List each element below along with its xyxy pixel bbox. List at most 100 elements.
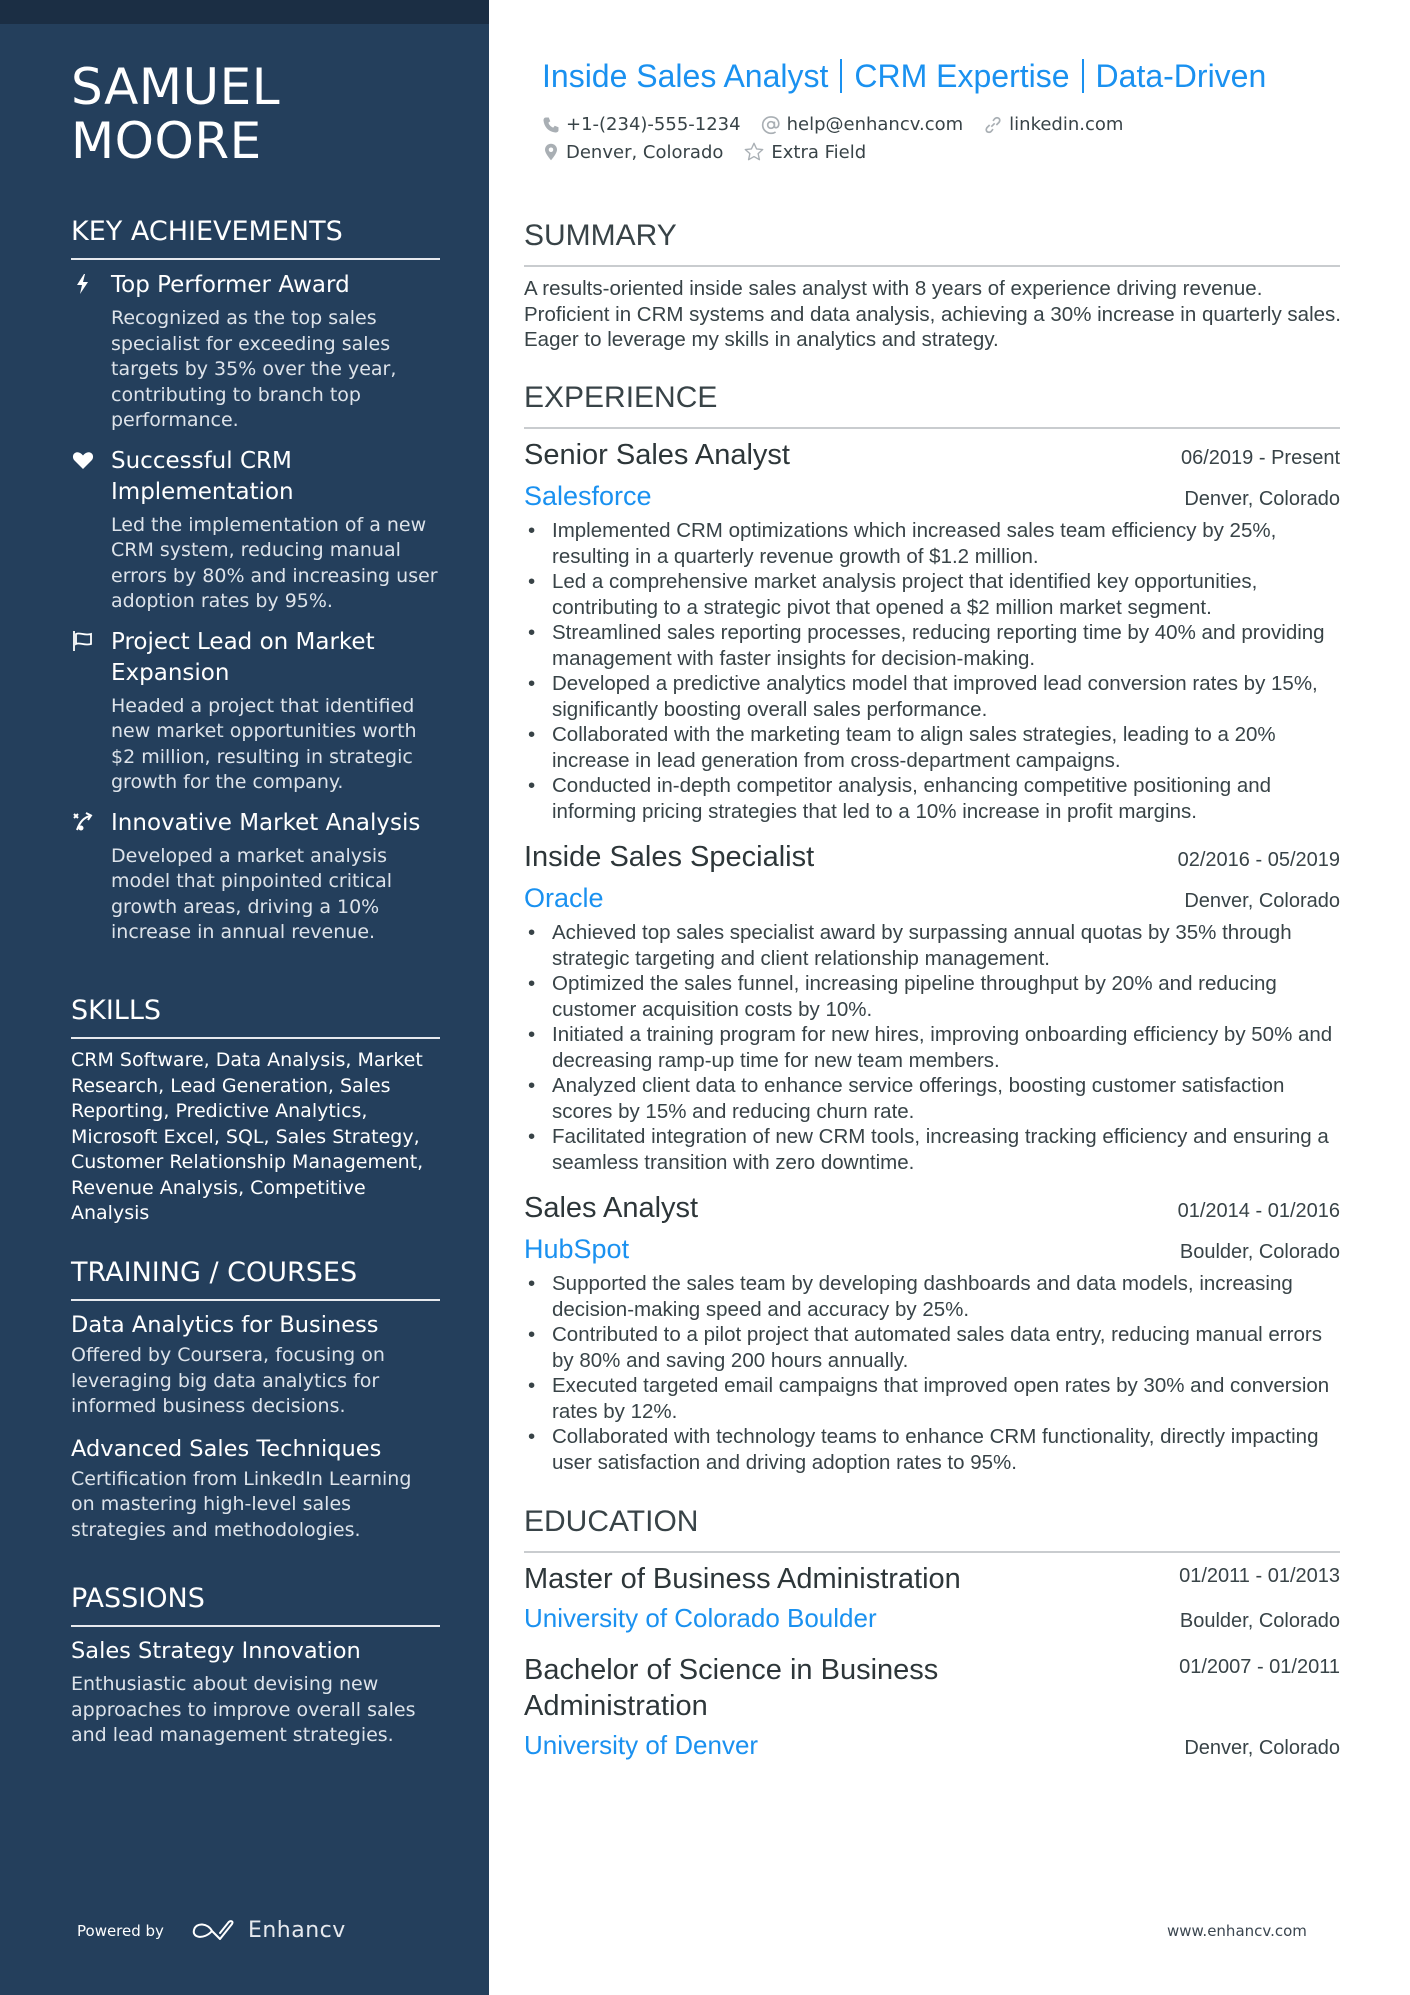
course-desc: Certification from LinkedIn Learning on …	[71, 1467, 412, 1541]
course-item: Advanced Sales Techniques Certification …	[71, 1434, 440, 1544]
headline-separator	[1081, 59, 1084, 93]
location-pin-icon	[545, 143, 557, 161]
passion-title: Sales Strategy Innovation	[71, 1638, 361, 1664]
achievement-title: Innovative Market Analysis	[111, 809, 421, 836]
extra-item: Extra Field	[743, 141, 866, 163]
powered-by: Powered by Enhancv	[77, 1918, 346, 1943]
degree-title: Bachelor of Science in Business Administ…	[524, 1654, 939, 1722]
job-bullet: Contributed to a pilot project that auto…	[528, 1322, 1340, 1373]
job-entry: Inside Sales Specialist 02/2016 - 05/201…	[524, 839, 1340, 1175]
job-company[interactable]: Oracle	[524, 880, 604, 916]
course-title: Data Analytics for Business	[71, 1312, 379, 1338]
job-bullet: Implemented CRM optimizations which incr…	[528, 518, 1340, 569]
email-item[interactable]: help@enhancv.com	[761, 114, 964, 135]
education-location: Boulder, Colorado	[1179, 1610, 1340, 1632]
job-bullets: Implemented CRM optimizations which incr…	[524, 518, 1340, 824]
job-title: Senior Sales Analyst	[524, 439, 790, 471]
job-bullet: Optimized the sales funnel, increasing p…	[528, 971, 1340, 1022]
job-bullet: Collaborated with technology teams to en…	[528, 1424, 1340, 1475]
first-name: SAMUEL	[71, 58, 281, 116]
summary-text: A results-oriented inside sales analyst …	[524, 277, 1341, 351]
location-value: Denver, Colorado	[566, 141, 724, 163]
job-location: Denver, Colorado	[1184, 488, 1340, 510]
job-bullets: Supported the sales team by developing d…	[524, 1271, 1340, 1475]
achievement-desc: Headed a project that identified new mar…	[111, 694, 417, 794]
job-title: Inside Sales Specialist	[524, 841, 815, 873]
education-dates: 01/2007 - 01/2011	[1179, 1656, 1340, 1678]
achievement-desc: Developed a market analysis model that p…	[111, 844, 393, 944]
job-bullet: Conducted in-depth competitor analysis, …	[528, 773, 1340, 824]
job-bullets: Achieved top sales specialist award by s…	[524, 920, 1340, 1175]
headline-part: CRM Expertise	[854, 58, 1070, 94]
job-bullet: Streamlined sales reporting processes, r…	[528, 620, 1340, 671]
achievement-desc: Led the implementation of a new CRM syst…	[111, 513, 438, 613]
job-location: Denver, Colorado	[1184, 890, 1340, 912]
passions-section: PASSIONS Sales Strategy Innovation Enthu…	[71, 1583, 440, 1749]
job-dates: 01/2014 - 01/2016	[1177, 1200, 1340, 1222]
job-location: Boulder, Colorado	[1179, 1241, 1340, 1263]
education-entry: Master of Business Administration 01/201…	[524, 1561, 1340, 1635]
job-bullet: Executed targeted email campaigns that i…	[528, 1373, 1340, 1424]
headline-part: Data-Driven	[1095, 58, 1267, 94]
link-item[interactable]: linkedin.com	[983, 114, 1123, 135]
education-location: Denver, Colorado	[1184, 1737, 1340, 1759]
school-name[interactable]: University of Colorado Boulder	[524, 1601, 877, 1635]
job-entry: Sales Analyst 01/2014 - 01/2016 HubSpot …	[524, 1190, 1340, 1475]
lightning-icon	[77, 274, 88, 294]
education-dates: 01/2011 - 01/2013	[1179, 1565, 1340, 1587]
heart-icon	[72, 451, 94, 469]
degree-title: Master of Business Administration	[524, 1563, 961, 1595]
course-desc: Offered by Coursera, focusing on leverag…	[71, 1344, 385, 1417]
passion-item: Sales Strategy Innovation Enthusiastic a…	[71, 1636, 440, 1749]
sidebar: SAMUEL MOORE KEY ACHIEVEMENTS Top Perfor…	[0, 0, 489, 1995]
star-icon	[744, 142, 764, 161]
job-entry: Senior Sales Analyst 06/2019 - Present S…	[524, 437, 1340, 824]
achievements-section: KEY ACHIEVEMENTS Top Performer Award Rec…	[71, 216, 440, 946]
education-title: EDUCATION	[524, 1505, 1340, 1553]
achievement-item: Successful CRM Implementation Led the im…	[71, 446, 440, 615]
achievement-title: Top Performer Award	[111, 272, 350, 298]
job-company[interactable]: Salesforce	[524, 478, 652, 514]
headline: Inside Sales Analyst CRM Expertise Data-Dr…	[542, 58, 1266, 95]
candidate-name: SAMUEL MOORE	[71, 60, 280, 168]
achievements-title: KEY ACHIEVEMENTS	[71, 216, 440, 260]
skills-section: SKILLS CRM Software, Data Analysis, Mark…	[71, 995, 440, 1227]
contact-row: +1-(234)-555-1234 help@enhancv.com linke…	[542, 114, 1143, 135]
passions-title: PASSIONS	[71, 1583, 440, 1627]
headline-separator	[840, 59, 843, 93]
location-item: Denver, Colorado	[542, 142, 723, 163]
link-value: linkedin.com	[1009, 114, 1124, 135]
job-bullet: Analyzed client data to enhance service …	[528, 1073, 1340, 1124]
school-name[interactable]: University of Denver	[524, 1728, 758, 1762]
enhancv-logo-icon	[192, 1919, 234, 1940]
job-bullet: Initiated a training program for new hir…	[528, 1022, 1340, 1073]
phone-item[interactable]: +1-(234)-555-1234	[542, 114, 741, 135]
training-section: TRAINING / COURSES Data Analytics for Bu…	[71, 1257, 440, 1543]
enhancv-brand[interactable]: Enhancv	[248, 1918, 346, 1943]
achievement-item: Innovative Market Analysis Developed a m…	[71, 808, 440, 946]
passion-desc: Enthusiastic about devising new approach…	[71, 1673, 416, 1746]
last-name: MOORE	[71, 112, 262, 170]
summary-title: SUMMARY	[524, 219, 1340, 267]
training-title: TRAINING / COURSES	[71, 1257, 440, 1301]
link-icon	[985, 116, 1001, 133]
job-bullet: Supported the sales team by developing d…	[528, 1271, 1340, 1322]
job-company[interactable]: HubSpot	[524, 1231, 629, 1267]
education-entry: Bachelor of Science in Business Administ…	[524, 1652, 1340, 1762]
skills-list: CRM Software, Data Analysis, Market Rese…	[71, 1049, 424, 1224]
phone-icon	[543, 117, 559, 132]
at-icon	[761, 115, 780, 134]
job-bullet: Achieved top sales specialist award by s…	[528, 920, 1340, 971]
achievement-title: Project Lead on Market Expansion	[111, 628, 375, 686]
email-value: help@enhancv.com	[786, 114, 964, 135]
job-dates: 06/2019 - Present	[1181, 447, 1340, 469]
course-item: Data Analytics for Business Offered by C…	[71, 1310, 440, 1420]
skills-title: SKILLS	[71, 995, 440, 1039]
achievement-item: Project Lead on Market Expansion Headed …	[71, 627, 440, 796]
job-bullet: Facilitated integration of new CRM tools…	[528, 1124, 1340, 1175]
headline-part: Inside Sales Analyst	[542, 58, 829, 94]
powered-by-label: Powered by	[77, 1921, 164, 1940]
achievement-title: Successful CRM Implementation	[111, 447, 294, 505]
flag-icon	[73, 630, 92, 651]
website-link[interactable]: www.enhancv.com	[1167, 1922, 1307, 1940]
